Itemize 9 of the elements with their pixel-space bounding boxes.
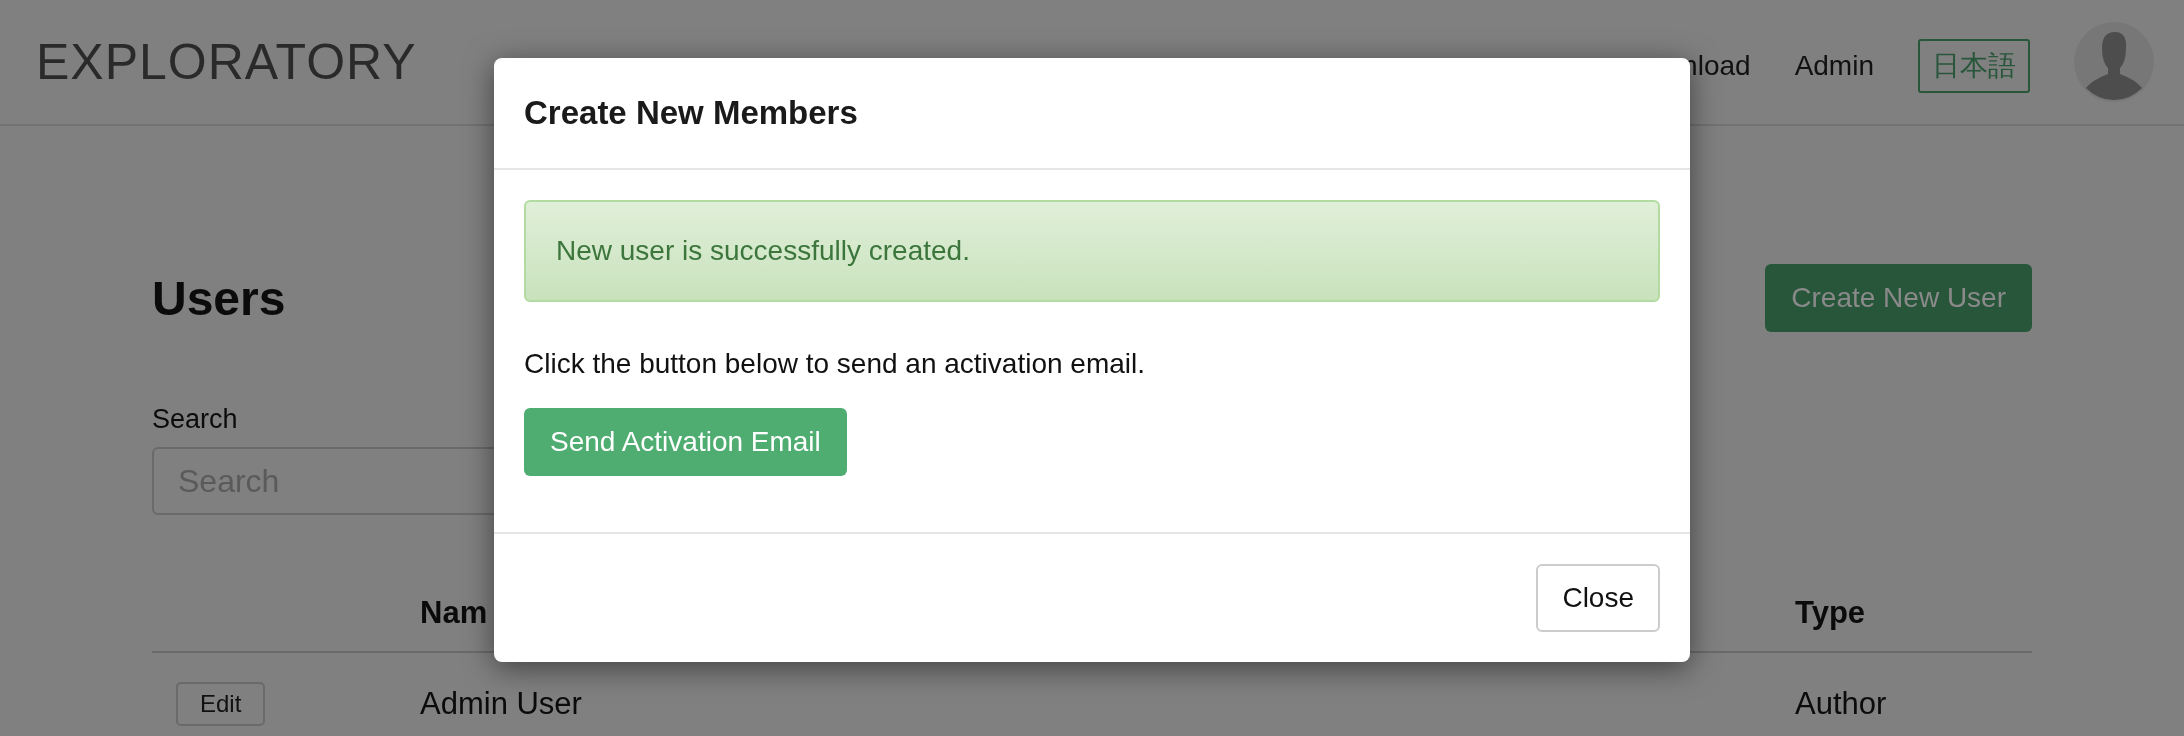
- column-header: Type: [1795, 595, 1866, 631]
- success-alert: New user is successfully created.: [524, 200, 1660, 302]
- search-label: Search: [152, 404, 239, 435]
- page-title: Users: [152, 270, 286, 326]
- modal-title: Create New Members: [524, 94, 858, 132]
- modal-message: Click the button below to send an activation email.: [524, 348, 1147, 380]
- table-cell: Author: [1795, 686, 1887, 722]
- column-header: Nam: [420, 595, 488, 631]
- table-cell: Admin User: [420, 686, 582, 722]
